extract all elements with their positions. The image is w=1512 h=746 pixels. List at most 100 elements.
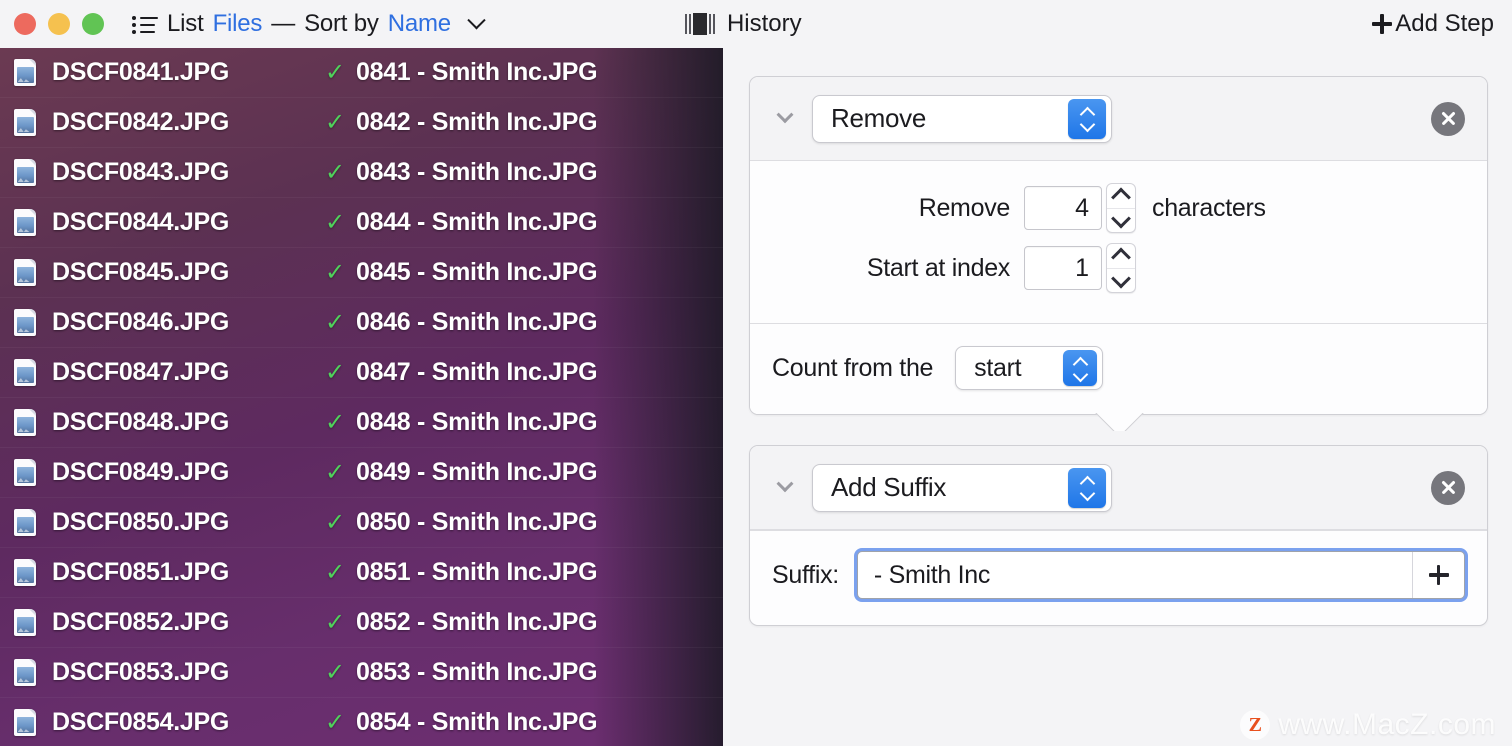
image-file-icon (14, 259, 36, 286)
steps-pane: Remove Remove 4 characters Start at inde… (723, 48, 1512, 746)
file-renamed-name: 0850 - Smith Inc.JPG (356, 508, 598, 536)
close-circle-icon[interactable] (1431, 470, 1465, 505)
file-row[interactable]: DSCF0848.JPG ✓ 0848 - Smith Inc.JPG (0, 398, 723, 448)
file-original-name: DSCF0844.JPG (52, 208, 230, 236)
step-type-label: Add Suffix (831, 472, 947, 502)
chevron-updown-icon[interactable] (1068, 467, 1106, 508)
history-button[interactable]: History (683, 10, 802, 38)
traffic-light-group (0, 13, 104, 35)
remove-count-input[interactable]: 4 (1024, 186, 1102, 230)
remove-count-stepper[interactable] (1106, 183, 1136, 233)
image-file-icon (14, 59, 36, 86)
close-circle-icon[interactable] (1431, 101, 1465, 136)
toolbar-title-sortby: Sort by (304, 10, 379, 37)
sort-title-group[interactable]: List Files — Sort by Name (132, 10, 486, 38)
check-icon: ✓ (324, 408, 346, 436)
close-window-button[interactable] (14, 13, 36, 35)
check-icon: ✓ (324, 508, 346, 536)
step-type-select-remove[interactable]: Remove (812, 94, 1112, 143)
file-renamed-name: 0845 - Smith Inc.JPG (356, 258, 598, 286)
check-icon: ✓ (324, 708, 346, 736)
list-icon (132, 14, 158, 34)
window-toolbar: List Files — Sort by Name History Add St… (0, 0, 1512, 48)
count-from-row: Count from the start (750, 323, 1487, 414)
step-connector-notch (1089, 413, 1149, 431)
file-renamed-name: 0841 - Smith Inc.JPG (356, 58, 598, 86)
step-header-remove: Remove (750, 77, 1487, 161)
toolbar-title-files[interactable]: Files (213, 10, 263, 38)
image-file-icon (14, 359, 36, 386)
file-row[interactable]: DSCF0854.JPG ✓ 0854 - Smith Inc.JPG (0, 698, 723, 746)
suffix-input[interactable]: - Smith Inc (858, 561, 1412, 590)
file-row[interactable]: DSCF0841.JPG ✓ 0841 - Smith Inc.JPG (0, 48, 723, 98)
file-original-name: DSCF0853.JPG (52, 658, 230, 686)
add-step-button[interactable]: Add Step (1372, 10, 1494, 38)
file-renamed-name: 0843 - Smith Inc.JPG (356, 158, 598, 186)
file-row[interactable]: DSCF0842.JPG ✓ 0842 - Smith Inc.JPG (0, 98, 723, 148)
file-renamed-name: 0849 - Smith Inc.JPG (356, 458, 598, 486)
image-file-icon (14, 309, 36, 336)
start-index-input[interactable]: 1 (1024, 246, 1102, 290)
chevron-updown-icon[interactable] (1068, 98, 1106, 139)
suffix-label: Suffix: (772, 560, 839, 589)
step-card-add-suffix: Add Suffix Suffix: - Smith Inc (749, 445, 1488, 626)
chevron-down-icon[interactable] (772, 105, 798, 132)
suffix-input-wrap[interactable]: - Smith Inc (856, 551, 1465, 599)
image-file-icon (14, 459, 36, 486)
zoom-window-button[interactable] (82, 13, 104, 35)
file-renamed-name: 0846 - Smith Inc.JPG (356, 308, 598, 336)
chevron-updown-icon[interactable] (1063, 350, 1098, 386)
image-file-icon (14, 509, 36, 536)
file-row[interactable]: DSCF0851.JPG ✓ 0851 - Smith Inc.JPG (0, 548, 723, 598)
image-file-icon (14, 709, 36, 736)
file-renamed-name: 0844 - Smith Inc.JPG (356, 208, 598, 236)
file-renamed-name: 0847 - Smith Inc.JPG (356, 358, 598, 386)
check-icon: ✓ (324, 358, 346, 386)
app-window: List Files — Sort by Name History Add St… (0, 0, 1512, 746)
check-icon: ✓ (324, 658, 346, 686)
check-icon: ✓ (324, 108, 346, 136)
check-icon: ✓ (324, 308, 346, 336)
file-row[interactable]: DSCF0853.JPG ✓ 0853 - Smith Inc.JPG (0, 648, 723, 698)
file-list[interactable]: DSCF0841.JPG ✓ 0841 - Smith Inc.JPG DSCF084… (0, 48, 723, 746)
toolbar-title-list: List (167, 10, 204, 37)
toolbar-title-dash: — (271, 10, 296, 37)
file-row[interactable]: DSCF0849.JPG ✓ 0849 - Smith Inc.JPG (0, 448, 723, 498)
chevron-down-icon[interactable] (772, 474, 798, 501)
file-renamed-name: 0848 - Smith Inc.JPG (356, 408, 598, 436)
file-renamed-name: 0853 - Smith Inc.JPG (356, 658, 598, 686)
step-type-select-add-suffix[interactable]: Add Suffix (812, 463, 1112, 512)
file-row[interactable]: DSCF0844.JPG ✓ 0844 - Smith Inc.JPG (0, 198, 723, 248)
start-index-row: Start at index 1 (772, 243, 1465, 293)
file-row[interactable]: DSCF0847.JPG ✓ 0847 - Smith Inc.JPG (0, 348, 723, 398)
main-content: DSCF0841.JPG ✓ 0841 - Smith Inc.JPG DSCF084… (0, 48, 1512, 746)
file-original-name: DSCF0849.JPG (52, 458, 230, 486)
check-icon: ✓ (324, 58, 346, 86)
image-file-icon (14, 409, 36, 436)
check-icon: ✓ (324, 458, 346, 486)
file-original-name: DSCF0846.JPG (52, 308, 230, 336)
file-original-name: DSCF0847.JPG (52, 358, 230, 386)
check-icon: ✓ (324, 558, 346, 586)
plus-icon (1372, 14, 1393, 34)
minimize-window-button[interactable] (48, 13, 70, 35)
file-row[interactable]: DSCF0846.JPG ✓ 0846 - Smith Inc.JPG (0, 298, 723, 348)
file-row[interactable]: DSCF0852.JPG ✓ 0852 - Smith Inc.JPG (0, 598, 723, 648)
count-from-select[interactable]: start (955, 346, 1104, 390)
file-original-name: DSCF0851.JPG (52, 558, 230, 586)
file-row[interactable]: DSCF0843.JPG ✓ 0843 - Smith Inc.JPG (0, 148, 723, 198)
plus-icon[interactable] (1412, 552, 1464, 598)
start-index-label: Start at index (866, 253, 1010, 282)
file-row[interactable]: DSCF0845.JPG ✓ 0845 - Smith Inc.JPG (0, 248, 723, 298)
file-renamed-name: 0854 - Smith Inc.JPG (356, 708, 598, 736)
suffix-row: Suffix: - Smith Inc (750, 530, 1487, 625)
file-original-name: DSCF0848.JPG (52, 408, 230, 436)
start-index-stepper[interactable] (1106, 243, 1136, 293)
chevron-down-icon[interactable] (467, 10, 486, 29)
add-step-label: Add Step (1395, 10, 1494, 37)
toolbar-sort-key[interactable]: Name (388, 10, 451, 38)
file-row[interactable]: DSCF0850.JPG ✓ 0850 - Smith Inc.JPG (0, 498, 723, 548)
image-file-icon (14, 609, 36, 636)
file-original-name: DSCF0850.JPG (52, 508, 230, 536)
step-card-remove: Remove Remove 4 characters Start at inde… (749, 76, 1488, 415)
